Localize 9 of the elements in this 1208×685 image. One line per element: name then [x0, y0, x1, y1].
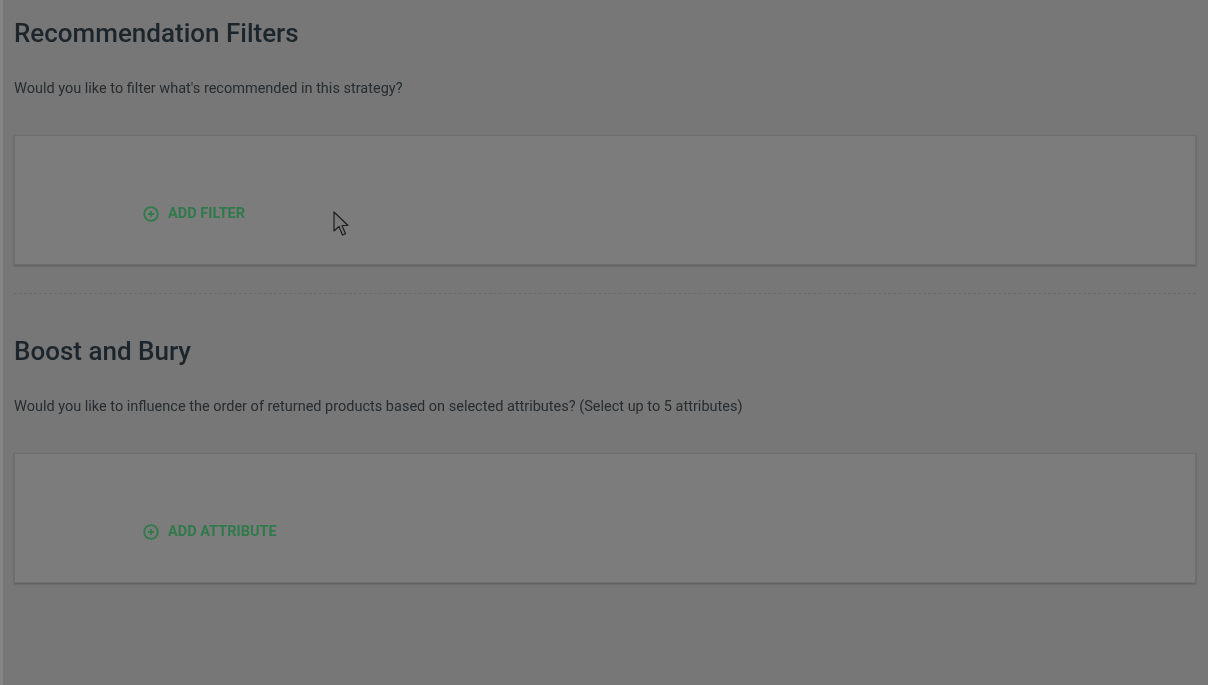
section-description: Would you like to influence the order of returned products based on selected attributes? (Select up to 5 attributes): [14, 397, 743, 417]
plus-circle-icon: [143, 205, 159, 222]
section-heading: Boost and Bury: [14, 335, 192, 368]
section-heading: Recommendation Filters: [14, 17, 299, 50]
add-button[interactable]: ADD FILTER: [143, 203, 246, 225]
add-button[interactable]: ADD ATTRIBUTE: [143, 521, 277, 543]
section-description: Would you like to filter what's recommended in this strategy?: [14, 79, 403, 99]
plus-circle-icon: [143, 523, 159, 540]
mouse-pointer-icon: [333, 211, 350, 237]
